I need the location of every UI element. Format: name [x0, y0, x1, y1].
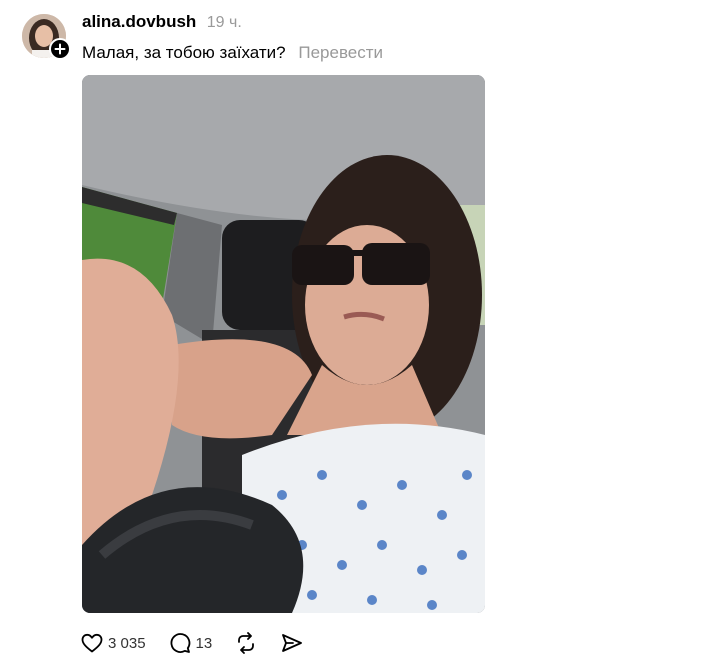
send-icon [282, 634, 303, 652]
like-button[interactable]: 3 035 [80, 631, 146, 655]
post-actions: 3 035 13 [80, 629, 326, 657]
heart-icon [81, 633, 103, 653]
post-header: alina.dovbush 19 ч. [82, 12, 242, 32]
username[interactable]: alina.dovbush [82, 12, 196, 31]
reply-count: 13 [195, 634, 213, 652]
like-count: 3 035 [108, 634, 146, 652]
follow-button[interactable] [49, 38, 71, 60]
reply-button[interactable]: 13 [168, 631, 213, 655]
translate-link[interactable]: Перевести [298, 43, 383, 62]
timestamp[interactable]: 19 ч. [207, 14, 242, 31]
video-frame [82, 75, 485, 613]
share-button[interactable] [280, 631, 304, 655]
thread-post: alina.dovbush 19 ч. Малая, за тобою заїх… [0, 0, 719, 671]
post-video[interactable] [82, 75, 485, 613]
repost-icon [238, 632, 255, 654]
repost-button[interactable] [234, 631, 258, 655]
caption-row: Малая, за тобою заїхати? Перевести [82, 43, 383, 63]
comment-icon [170, 633, 190, 653]
caption-text: Малая, за тобою заїхати? [82, 43, 286, 62]
plus-icon [54, 43, 66, 55]
